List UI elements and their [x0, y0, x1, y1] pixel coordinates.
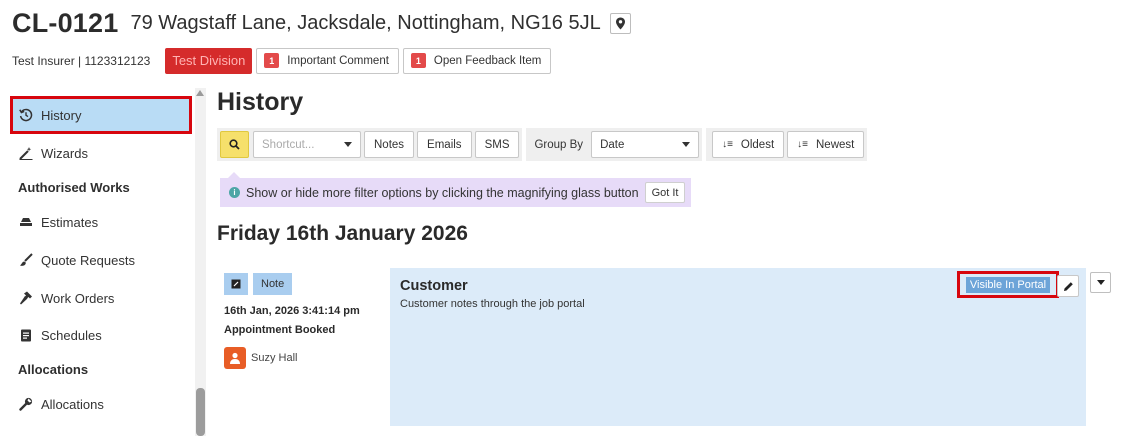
job-subheader: Test Insurer | 1123312123 Test Division …	[12, 47, 552, 74]
count-badge: 1	[264, 53, 280, 68]
open-feedback-button[interactable]: 1 Open Feedback Item	[402, 47, 552, 74]
edit-note-button[interactable]	[1057, 275, 1079, 297]
scroll-up-arrow-icon[interactable]	[196, 90, 204, 96]
sort-oldest-button[interactable]: ↓≡ Oldest	[712, 131, 785, 158]
emails-filter-button[interactable]: Emails	[417, 131, 472, 158]
sort-oldest-label: Oldest	[740, 138, 775, 151]
search-icon	[229, 139, 240, 150]
entry-actions-dropdown[interactable]	[1090, 272, 1111, 293]
search-button[interactable]	[220, 131, 249, 158]
sort-ascending-icon: ↓≡	[722, 139, 733, 150]
chip-label: Open Feedback Item	[433, 54, 542, 67]
wand-icon	[18, 145, 34, 161]
entry-timestamp: 16th Jan, 2026 3:41:14 pm	[224, 305, 360, 317]
sidebar-item-schedules[interactable]: Schedules	[10, 316, 192, 354]
group-by-value: Date	[600, 138, 625, 151]
page-title: History	[217, 88, 304, 116]
entry-user: Suzy Hall	[224, 347, 297, 369]
sidebar-item-label: Allocations	[41, 396, 104, 412]
hint-text: Show or hide more filter options by clic…	[246, 185, 639, 200]
note-body: Customer notes through the job portal	[400, 298, 585, 310]
brush-icon	[18, 252, 34, 268]
sort-newest-button[interactable]: ↓≡ Newest	[787, 131, 865, 158]
sidebar-item-label: Work Orders	[41, 290, 115, 306]
hammer-icon	[18, 290, 34, 306]
sidebar-item-wizards[interactable]: Wizards	[10, 134, 192, 172]
portal-badge-highlight: Visible In Portal	[957, 271, 1059, 298]
sort-group: ↓≡ Oldest ↓≡ Newest	[706, 128, 868, 161]
insurer-info: Test Insurer | 1123312123	[12, 53, 151, 68]
info-icon: i	[229, 187, 240, 198]
user-name: Suzy Hall	[251, 352, 298, 364]
entry-type-badge: Note	[253, 273, 293, 295]
history-note-card: Customer Customer notes through the job …	[390, 268, 1086, 426]
history-icon	[18, 107, 34, 123]
sidebar-item-estimates[interactable]: Estimates	[10, 203, 192, 241]
date-group-heading: Friday 16th January 2026	[217, 222, 468, 245]
pencil-icon	[1063, 281, 1073, 291]
job-reference: CL-0121	[12, 7, 119, 38]
shortcut-placeholder: Shortcut...	[262, 138, 315, 151]
sidebar: History Wizards Authorised Works Estimat…	[0, 88, 206, 436]
sidebar-item-work-orders[interactable]: Work Orders	[10, 279, 192, 317]
entry-event: Appointment Booked	[224, 324, 336, 336]
group-by-group: Group By Date	[526, 128, 703, 161]
shortcut-select[interactable]: Shortcut...	[253, 131, 361, 158]
filter-hint-tooltip: i Show or hide more filter options by cl…	[220, 178, 692, 207]
map-pin-button[interactable]	[609, 12, 631, 34]
notes-filter-button[interactable]: Notes	[364, 131, 415, 158]
sidebar-item-label: Schedules	[41, 327, 102, 343]
map-pin-icon	[615, 17, 625, 29]
chip-label: Important Comment	[287, 54, 389, 67]
user-icon	[230, 352, 240, 364]
avatar	[224, 347, 246, 369]
document-icon	[18, 327, 34, 343]
scrollbar-thumb[interactable]	[196, 388, 205, 436]
sidebar-item-history[interactable]: History	[10, 96, 192, 134]
chevron-down-icon	[1096, 280, 1105, 285]
wrench-icon	[18, 396, 34, 412]
visible-in-portal-badge[interactable]: Visible In Portal	[965, 276, 1051, 293]
edit-note-icon	[231, 279, 241, 289]
sidebar-scrollbar[interactable]	[195, 88, 206, 436]
note-type-icon-box	[224, 273, 248, 295]
sidebar-item-quote-requests[interactable]: Quote Requests	[10, 241, 192, 279]
sidebar-item-allocations[interactable]: Allocations	[10, 385, 192, 423]
sort-descending-icon: ↓≡	[797, 139, 808, 150]
important-comment-button[interactable]: 1 Important Comment	[256, 47, 399, 74]
stack-icon	[18, 214, 34, 230]
chevron-down-icon	[344, 142, 352, 147]
job-header: CL-0121 79 Wagstaff Lane, Jacksdale, Not…	[12, 6, 631, 40]
job-address: 79 Wagstaff Lane, Jacksdale, Nottingham,…	[130, 11, 601, 34]
sidebar-item-label: Estimates	[41, 214, 99, 230]
sidebar-heading-allocations: Allocations	[18, 362, 89, 377]
sidebar-item-label: History	[41, 107, 82, 123]
sidebar-item-label: Wizards	[41, 145, 88, 161]
filter-group: Shortcut... Notes Emails SMS	[217, 128, 523, 161]
sidebar-item-label: Quote Requests	[41, 252, 135, 268]
chevron-down-icon	[682, 142, 691, 147]
group-by-label: Group By	[534, 138, 584, 151]
division-badge[interactable]: Test Division	[165, 47, 253, 74]
sms-filter-button[interactable]: SMS	[474, 131, 520, 158]
count-badge: 1	[410, 53, 426, 68]
sort-newest-label: Newest	[816, 138, 855, 151]
note-title: Customer	[400, 278, 468, 294]
group-by-select[interactable]: Date	[591, 131, 700, 158]
got-it-button[interactable]: Got It	[644, 182, 686, 203]
sidebar-heading-authorised-works: Authorised Works	[18, 180, 130, 195]
history-toolbar: Shortcut... Notes Emails SMS Group By Da…	[217, 128, 868, 161]
